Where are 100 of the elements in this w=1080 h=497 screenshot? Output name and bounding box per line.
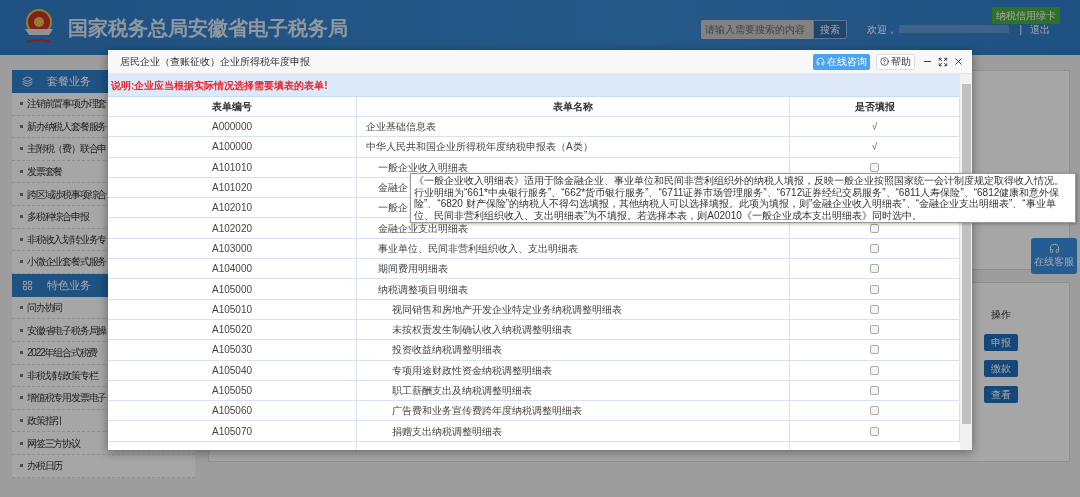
checkbox[interactable] xyxy=(870,325,879,335)
form-name: 投资收益纳税调整明细表 xyxy=(392,343,502,358)
form-code: A105010 xyxy=(211,302,252,317)
form-code: A102020 xyxy=(211,221,252,236)
form-name: 事业单位、民间非营利组织收入、支出明细表 xyxy=(378,241,578,256)
checkbox[interactable] xyxy=(870,162,879,172)
tooltip: 《一般企业收入明细表》适用于除金融企业、事业单位和民间非营利组织外的纳税人填报，反映一般企业按照国家统一会计制度规定取得收入情况。行业明细为“661*中央银行服务”、“662*货币银行服务”、“6711证券市场管理服务”、“6712证券经纪交易服务”、“6811人寿保险”、“6812健康和意外保险”、“6820 财产保险”的纳税人不得勾选填报，其他纳税人可以选择填报。此项为填报，则”金融企业收入明细表”、“金融企业支出明细表”、“事业单位、民间非营利组织收入、支出明细表”为不填报。若选择本表，则A02010《一般企业成本支出明细表》同时选中。 xyxy=(410,173,1076,223)
checkbox[interactable] xyxy=(870,304,879,314)
form-code: A100000 xyxy=(211,140,252,155)
logout-link[interactable]: 退出 xyxy=(1030,21,1050,37)
sidebar-item[interactable]: 办税日历 xyxy=(27,458,63,474)
form-code: A102010 xyxy=(211,201,252,216)
form-code: A105040 xyxy=(211,363,252,378)
action-button[interactable]: 查看 xyxy=(984,386,1018,403)
form-code: A105070 xyxy=(211,424,252,439)
form-name: 捐赠支出纳税调整明细表 xyxy=(392,424,502,439)
form-code: A101010 xyxy=(211,160,252,175)
bullet-icon xyxy=(20,306,23,310)
column-header: 操作 xyxy=(991,308,1011,322)
bullet-icon xyxy=(20,215,23,219)
checkbox[interactable] xyxy=(870,243,879,253)
sidebar-item[interactable]: 增值税专用发票电子 xyxy=(27,390,107,406)
form-code: A101020 xyxy=(211,181,252,196)
sidebar-item[interactable]: 非税收入划转业务专 xyxy=(27,231,107,247)
section-title: 套餐业务 xyxy=(47,74,91,90)
sidebar-item[interactable]: 网签三方协议 xyxy=(27,435,80,451)
checkbox[interactable] xyxy=(870,365,879,375)
form-code: A103000 xyxy=(211,241,252,256)
bullet-icon xyxy=(20,124,23,128)
sidebar-item[interactable]: 政策指引 xyxy=(27,413,63,428)
sidebar-item[interactable]: 2022年组合式税费 xyxy=(27,345,98,361)
form-code: A104000 xyxy=(211,262,252,277)
sidebar-item[interactable]: 多税种综合申报 xyxy=(27,209,89,225)
column-header: 是否填报 xyxy=(854,100,895,114)
form-name: 专项用途财政性资金纳税调整明细表 xyxy=(392,363,552,378)
checkbox[interactable] xyxy=(870,426,879,436)
checkbox[interactable] xyxy=(870,264,879,274)
help-button[interactable]: 帮助 xyxy=(876,53,915,70)
bullet-icon xyxy=(20,260,23,264)
bullet-icon xyxy=(20,396,23,400)
headset-icon xyxy=(1048,243,1060,254)
form-name: 中华人民共和国企业所得税年度纳税申报表（A类） xyxy=(366,140,593,155)
tick-mark: √ xyxy=(871,120,878,135)
help-icon xyxy=(880,57,889,66)
form-name: 纳税调整项目明细表 xyxy=(378,282,468,297)
bullet-icon xyxy=(20,237,23,241)
welcome-text: 欢迎， xyxy=(867,22,898,37)
layers-icon xyxy=(22,76,33,87)
bullet-icon xyxy=(20,147,23,151)
action-button[interactable]: 申报 xyxy=(984,334,1018,351)
sidebar-item[interactable]: 非税划转政策专栏 xyxy=(27,367,98,383)
form-code: A105060 xyxy=(211,404,252,419)
bullet-icon xyxy=(20,464,23,468)
sidebar-item[interactable]: 跨区域涉税事项综合 xyxy=(27,186,107,202)
site-title: 国家税务总局安徽省电子税务局 xyxy=(68,15,348,41)
sidebar-item[interactable]: 问办协同 xyxy=(27,300,63,316)
form-name: 广告费和业务宣传费跨年度纳税调整明细表 xyxy=(392,404,582,419)
bullet-icon xyxy=(20,192,23,196)
form-code: A000000 xyxy=(211,120,252,135)
form-name: 期间费用明细表 xyxy=(378,262,448,277)
form-name: 一般企 xyxy=(378,201,408,216)
sidebar-item[interactable]: 注销前置事项办理套 xyxy=(27,96,107,112)
form-code: A105000 xyxy=(211,282,252,297)
sidebar-item[interactable]: 主附税（费）联合申 xyxy=(27,141,107,157)
form-name: 金融企 xyxy=(378,181,408,196)
bullet-icon xyxy=(20,328,23,332)
form-name: 职工薪酬支出及纳税调整明细表 xyxy=(392,384,532,398)
checkbox[interactable] xyxy=(870,406,879,416)
close-icon[interactable] xyxy=(953,56,964,67)
bullet-icon xyxy=(20,351,23,355)
sidebar-item[interactable]: 小微企业套餐式服务 xyxy=(27,254,107,270)
dialog-title: 居民企业（查账征收）企业所得税年度申报 xyxy=(120,55,310,69)
search-button[interactable]: 搜索 xyxy=(813,19,848,39)
checkbox[interactable] xyxy=(870,345,879,355)
form-code: A105050 xyxy=(211,384,252,398)
sidebar-item[interactable]: 新办纳税人套餐服务 xyxy=(27,118,107,134)
bullet-icon xyxy=(20,441,23,445)
headset-icon xyxy=(816,57,825,66)
section-title: 特色业务 xyxy=(47,278,91,293)
sidebar-item[interactable]: 安徽省电子税务局操 xyxy=(27,322,107,338)
form-code: A105020 xyxy=(211,323,252,338)
tick-mark: √ xyxy=(871,140,878,155)
checkbox[interactable] xyxy=(870,386,879,395)
form-name: 企业基础信息表 xyxy=(366,120,436,135)
bullet-icon xyxy=(20,170,23,174)
action-button[interactable]: 缴款 xyxy=(984,360,1018,377)
form-name: 视同销售和房地产开发企业特定业务纳税调整明细表 xyxy=(392,302,622,317)
bullet-icon xyxy=(20,102,23,106)
column-header: 表单编号 xyxy=(212,100,252,114)
bullet-icon xyxy=(20,419,23,422)
maximize-icon[interactable] xyxy=(938,56,948,67)
bullet-icon xyxy=(20,373,23,377)
form-code: A105030 xyxy=(211,343,252,358)
form-name: 一般企业收入明细表 xyxy=(378,160,468,175)
checkbox[interactable] xyxy=(870,284,879,294)
form-name: 金融企业支出明细表 xyxy=(378,221,468,236)
column-header: 表单名称 xyxy=(553,100,593,114)
form-name: 未按权责发生制确认收入纳税调整明细表 xyxy=(392,323,572,338)
sidebar-item[interactable]: 发票套餐 xyxy=(27,164,63,180)
separator: | xyxy=(1019,22,1022,37)
